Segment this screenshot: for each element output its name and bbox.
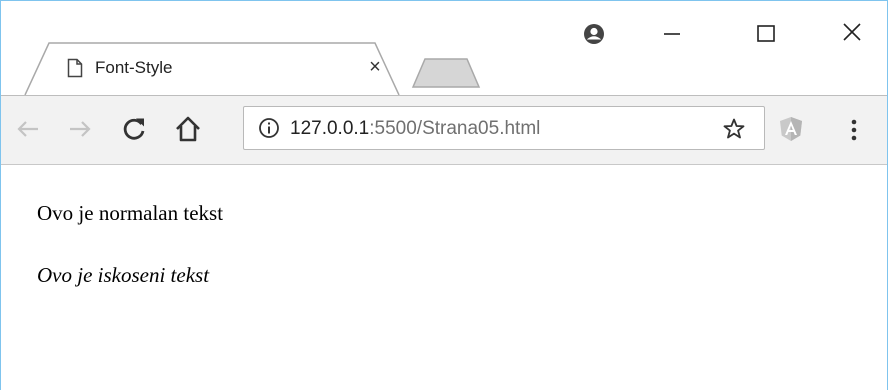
normal-text-paragraph: Ovo je normalan tekst bbox=[37, 201, 224, 225]
browser-toolbar: 127.0.0.1:5500/Strana05.html bbox=[1, 95, 887, 165]
tab-title: Font-Style bbox=[95, 58, 173, 77]
tab-strip: Font-Style × bbox=[1, 1, 887, 95]
kebab-menu-icon[interactable] bbox=[847, 116, 861, 144]
info-icon[interactable] bbox=[258, 117, 280, 139]
url-path: :5500/Strana05.html bbox=[369, 118, 541, 139]
url-text[interactable]: 127.0.0.1:5500/Strana05.html bbox=[290, 118, 540, 140]
minimize-button[interactable] bbox=[651, 15, 691, 51]
star-icon[interactable] bbox=[722, 117, 746, 141]
back-arrow-icon[interactable] bbox=[13, 114, 43, 144]
tab-close-icon[interactable]: × bbox=[363, 55, 387, 79]
profile-icon[interactable] bbox=[583, 23, 605, 45]
url-host: 127.0.0.1 bbox=[290, 118, 370, 139]
angular-extension-icon[interactable] bbox=[779, 116, 803, 142]
active-tab[interactable]: Font-Style × bbox=[23, 41, 403, 95]
new-tab-button[interactable] bbox=[411, 57, 481, 89]
home-icon[interactable] bbox=[173, 114, 203, 144]
reload-icon[interactable] bbox=[119, 114, 149, 144]
forward-arrow-icon[interactable] bbox=[65, 114, 95, 144]
page-icon bbox=[67, 58, 83, 78]
page-content: Ovo je normalan tekst Ovo je iskoseni te… bbox=[1, 165, 887, 391]
browser-window: Font-Style × 127.0.0.1:5500/Strana05.htm… bbox=[0, 0, 888, 391]
italic-text-paragraph: Ovo je iskoseni tekst bbox=[37, 263, 210, 287]
address-bar[interactable]: 127.0.0.1:5500/Strana05.html bbox=[243, 106, 765, 150]
close-window-button[interactable] bbox=[833, 15, 873, 51]
maximize-button[interactable] bbox=[746, 15, 786, 51]
